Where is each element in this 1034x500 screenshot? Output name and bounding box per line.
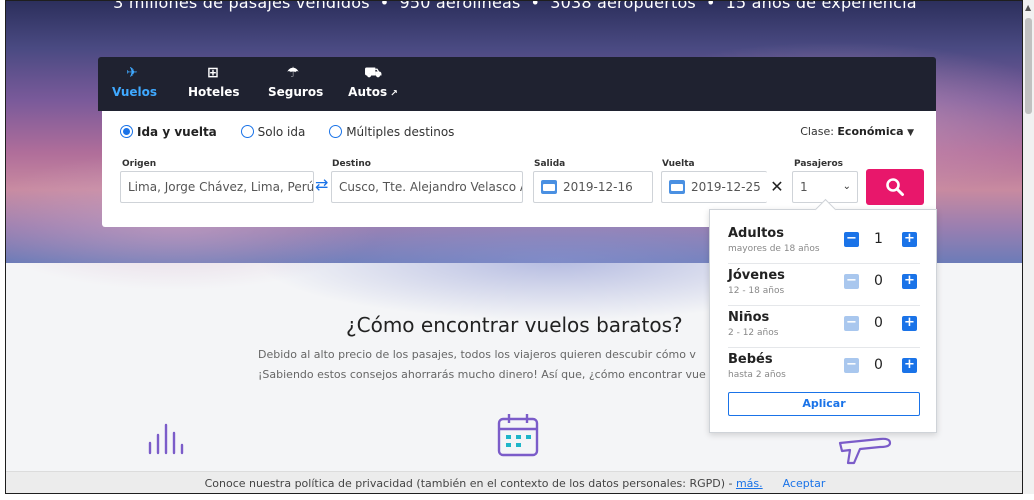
page-headline: ¿Cómo encontrar vuelos baratos? <box>346 313 683 337</box>
scroll-up-arrow-icon[interactable]: ▲ <box>1025 3 1031 12</box>
external-link-icon: ↗ <box>387 89 398 99</box>
search-button[interactable] <box>866 169 924 205</box>
apply-button[interactable]: Aplicar <box>728 392 920 416</box>
stat-sold: 3 millones de pasajes vendidos <box>113 0 370 12</box>
salida-label: Salida <box>534 159 566 169</box>
radio-solo-ida[interactable]: Solo ida <box>240 125 305 139</box>
radio-multiples-destinos[interactable]: Múltiples destinos <box>329 125 454 139</box>
increment-ninos-button[interactable]: + <box>902 316 917 331</box>
vuelta-date-input[interactable]: 2019-12-25 <box>661 171 767 203</box>
calendar-illustration-icon <box>497 414 539 457</box>
passenger-row-jovenes: Jóvenes 12 - 18 años − 0 + <box>728 264 920 306</box>
browser-viewport: 3 millones de pasajes vendidos • 950 aerol… <box>5 0 1023 494</box>
scrollbar-thumb[interactable] <box>1025 18 1032 114</box>
decrement-bebes-button[interactable]: − <box>844 358 859 373</box>
privacy-more-link[interactable]: más. <box>736 477 763 490</box>
stat-airports: 3038 aeropuertos <box>550 0 696 12</box>
chevron-down-icon: ⌄ <box>842 181 851 192</box>
caret-down-icon: ▼ <box>907 128 914 138</box>
tab-hoteles[interactable]: ⊞ Hoteles <box>188 65 240 105</box>
increment-jovenes-button[interactable]: + <box>902 274 917 289</box>
increment-adultos-button[interactable]: + <box>902 232 917 247</box>
calendar-icon <box>669 180 685 194</box>
destino-label: Destino <box>332 159 371 169</box>
radio-ida-y-vuelta[interactable]: Ida y vuelta <box>120 125 217 139</box>
passenger-row-adultos: Adultos mayores de 18 años − 1 + <box>728 222 920 264</box>
ninos-count: 0 <box>874 315 883 331</box>
plane-icon: ✈ <box>126 65 138 81</box>
cookie-banner: Conoce nuestra política de privacidad (t… <box>6 471 1022 493</box>
airplane-illustration-icon <box>838 437 892 465</box>
passenger-row-ninos: Niños 2 - 12 años − 0 + <box>728 306 920 348</box>
adultos-count: 1 <box>874 231 883 247</box>
swap-icon[interactable]: ⇄ <box>315 177 328 193</box>
stat-airlines: 950 aerolíneas <box>399 0 521 12</box>
destino-input[interactable]: Cusco, Tte. Alejandro Velasco Aste <box>331 171 523 203</box>
page-scrollbar[interactable]: ▲ <box>1023 0 1034 494</box>
tab-seguros[interactable]: ☂ Seguros <box>268 65 323 105</box>
accept-cookies-button[interactable]: Aceptar <box>783 477 826 490</box>
search-widget: ✈ Vuelos ⊞ Hoteles ☂ Seguros ⛟ Autos ↗ I… <box>98 57 936 227</box>
umbrella-icon: ☂ <box>286 65 300 81</box>
stats-line: 3 millones de pasajes vendidos • 950 aerol… <box>6 0 1022 12</box>
vuelta-label: Vuelta <box>662 159 695 169</box>
tab-autos[interactable]: ⛟ Autos ↗ <box>348 65 398 105</box>
decrement-ninos-button[interactable]: − <box>844 316 859 331</box>
calendar-icon <box>541 180 557 194</box>
stat-experience: 15 años de experiencia <box>725 0 917 12</box>
clear-return-date-icon[interactable]: ✕ <box>766 171 788 203</box>
bar-chart-icon <box>148 423 184 455</box>
search-icon <box>886 178 904 196</box>
passenger-row-bebes: Bebés hasta 2 años − 0 + <box>728 348 920 390</box>
jovenes-count: 0 <box>874 273 883 289</box>
decrement-adultos-button[interactable]: − <box>844 232 859 247</box>
intro-paragraph: Debido al alto precio de los pasajes, to… <box>258 348 706 381</box>
class-selector[interactable]: Clase: Económica ▼ <box>800 125 914 138</box>
passengers-dropdown: Adultos mayores de 18 años − 1 + Jóvenes… <box>709 209 937 433</box>
bebes-count: 0 <box>874 357 883 373</box>
car-icon: ⛟ <box>364 65 382 81</box>
decrement-jovenes-button[interactable]: − <box>844 274 859 289</box>
tab-vuelos[interactable]: ✈ Vuelos <box>112 65 157 105</box>
product-tabs: ✈ Vuelos ⊞ Hoteles ☂ Seguros ⛟ Autos ↗ <box>98 57 936 111</box>
trip-type-group: Ida y vuelta Solo ida Múltiples destinos <box>120 125 474 139</box>
origen-label: Origen <box>122 159 157 169</box>
salida-date-input[interactable]: 2019-12-16 <box>533 171 653 203</box>
hotel-icon: ⊞ <box>207 65 219 81</box>
pasajeros-label: Pasajeros <box>794 159 844 169</box>
increment-bebes-button[interactable]: + <box>902 358 917 373</box>
origen-input[interactable]: Lima, Jorge Chávez, Lima, Perú (LI <box>120 171 314 203</box>
